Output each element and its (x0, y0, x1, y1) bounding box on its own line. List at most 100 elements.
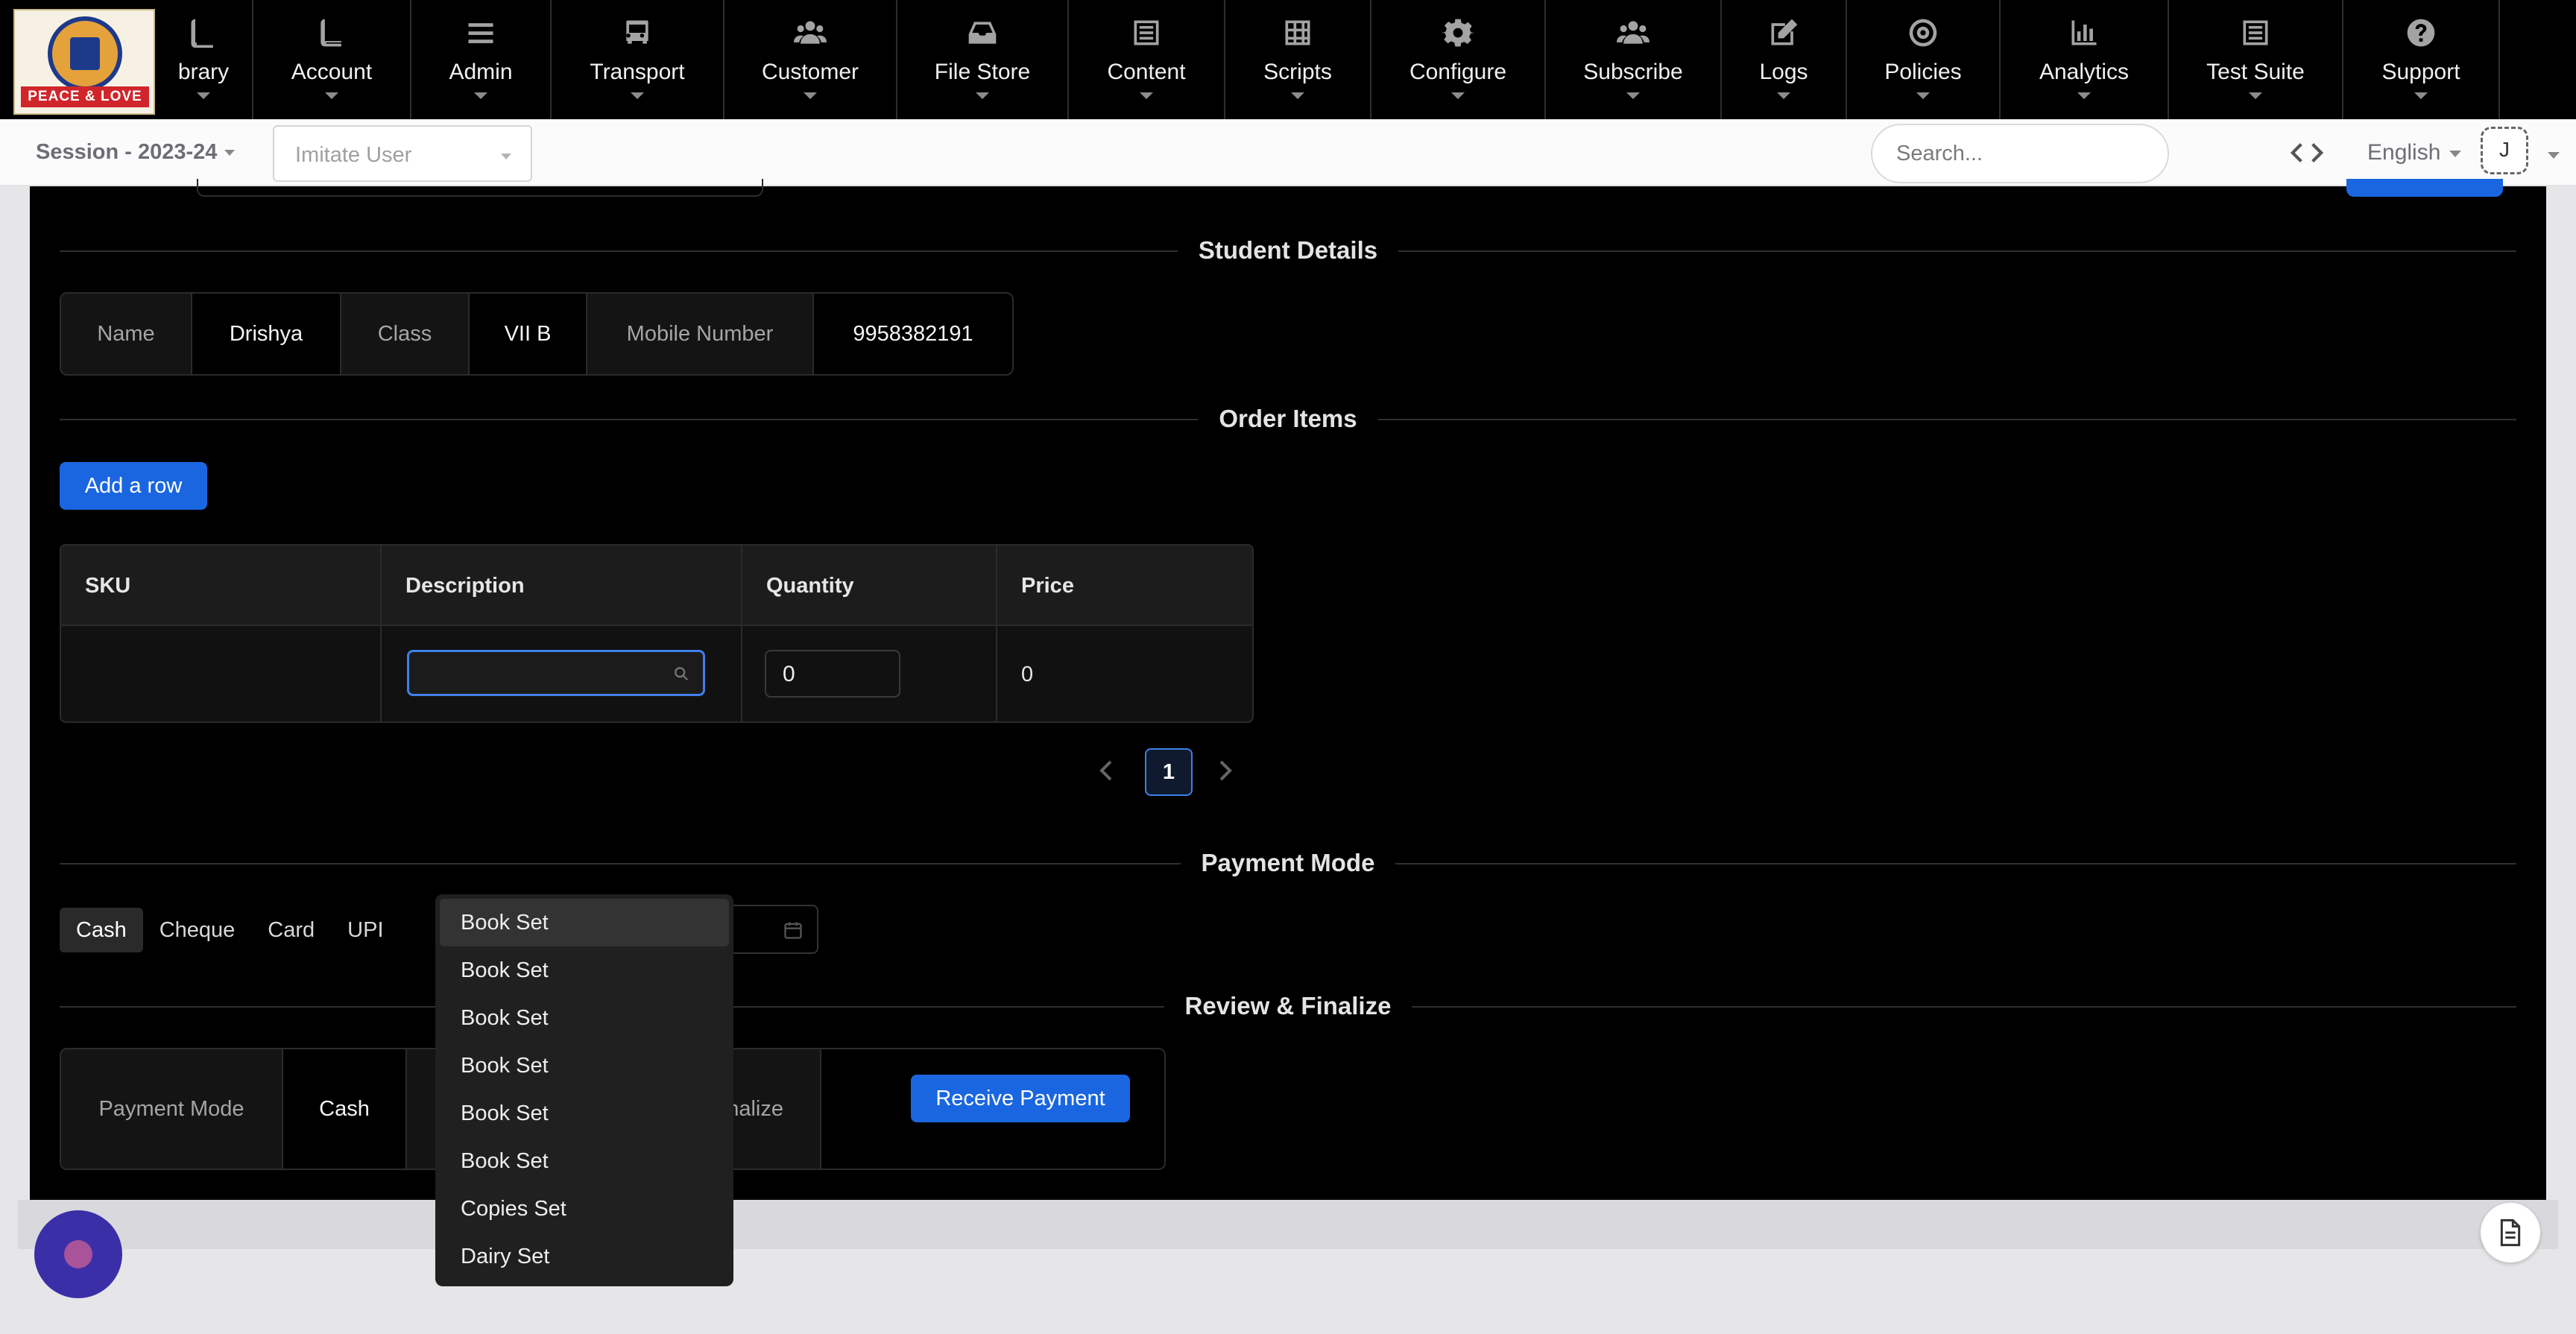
menu-icon (463, 15, 499, 51)
tab-upi[interactable]: UPI (331, 908, 400, 952)
order-panel: Student Details Name Drishya Class VII B… (30, 179, 2546, 1286)
nav-label: Admin (449, 60, 513, 84)
student-class-value: VII B (470, 294, 587, 374)
chat-launcher-icon[interactable] (34, 1210, 122, 1298)
chevron-down-icon (1777, 92, 1790, 99)
chevron-down-icon (197, 92, 210, 99)
dropdown-option[interactable]: Book Set (440, 899, 729, 946)
nav-library[interactable]: brary (155, 0, 253, 119)
nav-test-suite[interactable]: Test Suite (2169, 0, 2343, 119)
nav-label: Configure (1409, 60, 1507, 84)
student-details-card: Name Drishya Class VII B Mobile Number 9… (60, 292, 1014, 376)
avatar[interactable] (2481, 127, 2528, 174)
receive-payment-button[interactable]: Receive Payment (911, 1075, 1130, 1122)
chevron-down-icon (474, 92, 487, 99)
payment-mode-tabs: Cash Cheque Card UPI (60, 908, 400, 952)
chevron-down-icon (1626, 92, 1640, 99)
inbox-icon (965, 15, 1000, 51)
section-title: Payment Mode (1180, 847, 1396, 879)
nav-file-store[interactable]: File Store (897, 0, 1069, 119)
chevron-down-icon (2249, 92, 2262, 99)
student-class-key: Class (341, 294, 470, 374)
document-icon (2500, 1218, 2521, 1247)
nav-transport[interactable]: Transport (552, 0, 724, 119)
language-selector[interactable]: English (2367, 140, 2462, 165)
page-number[interactable]: 1 (1145, 748, 1193, 796)
notebook-icon (314, 15, 350, 51)
quantity-input[interactable]: 0 (765, 650, 900, 698)
list-icon (1128, 15, 1164, 51)
dropdown-option[interactable]: Book Set (440, 994, 729, 1042)
section-payment-mode: Payment Mode (60, 847, 2516, 879)
list-icon (2238, 15, 2273, 51)
review-payment-mode-value: Cash (283, 1049, 407, 1169)
nav-label: Policies (1884, 60, 1962, 84)
dropdown-option[interactable]: Dairy Set (440, 1233, 729, 1280)
logo-ribbon: PEACE & LOVE (21, 86, 149, 107)
chevron-down-icon (1291, 92, 1304, 99)
section-student-details: Student Details (60, 234, 2516, 267)
dropdown-option[interactable]: Copies Set (440, 1185, 729, 1233)
nav-analytics[interactable]: Analytics (2001, 0, 2169, 119)
users-icon (1615, 15, 1651, 51)
nav-label: Logs (1759, 60, 1808, 84)
nav-customer[interactable]: Customer (724, 0, 897, 119)
nav-content[interactable]: Content (1069, 0, 1225, 119)
search-icon (675, 667, 689, 681)
nav-logs[interactable]: Logs (1722, 0, 1847, 119)
users-icon (792, 15, 828, 51)
top-button-edge[interactable] (2346, 179, 2503, 197)
search-input[interactable] (1871, 124, 2169, 183)
nav-label: Scripts (1263, 60, 1332, 84)
language-label: English (2367, 140, 2441, 165)
session-selector[interactable]: Session - 2023-24 (36, 140, 236, 165)
target-icon (1905, 15, 1941, 51)
crest-icon (48, 16, 122, 91)
add-row-button[interactable]: Add a row (60, 462, 207, 510)
dropdown-option[interactable]: Book Set (440, 1137, 729, 1185)
column-description: Description (382, 546, 742, 626)
nav-policies[interactable]: Policies (1847, 0, 2001, 119)
dropdown-option[interactable]: Book Set (440, 1090, 729, 1137)
cell-sku (61, 626, 382, 721)
student-mobile-key: Mobile Number (587, 294, 814, 374)
nav-scripts[interactable]: Scripts (1225, 0, 1371, 119)
column-quantity: Quantity (742, 546, 997, 626)
chevron-down-icon[interactable] (2548, 152, 2560, 159)
nav-account[interactable]: Account (253, 0, 411, 119)
chevron-down-icon (976, 92, 989, 99)
nav-admin[interactable]: Admin (411, 0, 552, 119)
description-search-input[interactable] (407, 650, 705, 696)
code-icon[interactable] (2288, 136, 2326, 170)
nav-label: Test Suite (2206, 60, 2305, 84)
description-dropdown: Book Set Book Set Book Set Book Set Book… (435, 894, 733, 1286)
order-items-table: SKU Description Quantity Price 0 0 (60, 544, 1254, 723)
chevron-right-icon[interactable] (1216, 756, 1234, 785)
nav-subscribe[interactable]: Subscribe (1546, 0, 1722, 119)
nav-support[interactable]: Support (2343, 0, 2500, 119)
chevron-down-icon (1451, 92, 1465, 99)
school-logo[interactable]: PEACE & LOVE (13, 9, 155, 115)
dropdown-option[interactable]: Book Set (440, 946, 729, 994)
document-button[interactable] (2481, 1203, 2540, 1262)
tab-cash[interactable]: Cash (60, 908, 143, 952)
nav-label: Subscribe (1583, 60, 1683, 84)
cell-price: 0 (1021, 662, 1034, 686)
chevron-down-icon (1916, 92, 1930, 99)
column-price: Price (1021, 573, 1074, 598)
tab-card[interactable]: Card (251, 908, 331, 952)
imitate-user-select[interactable]: Imitate User (273, 125, 532, 182)
nav-label: Account (291, 60, 373, 84)
bar-chart-icon (2066, 15, 2102, 51)
chevron-left-icon[interactable] (1097, 756, 1115, 785)
nav-label: brary (177, 60, 230, 84)
nav-label: Customer (761, 60, 859, 84)
bus-icon (619, 15, 655, 51)
column-sku: SKU (61, 546, 382, 626)
dropdown-option[interactable]: Book Set (440, 1042, 729, 1090)
nav-configure[interactable]: Configure (1371, 0, 1546, 119)
chevron-down-icon (1140, 92, 1153, 99)
nav-label: Content (1107, 60, 1186, 84)
tab-cheque[interactable]: Cheque (143, 908, 252, 952)
nav-label: File Store (934, 60, 1031, 84)
